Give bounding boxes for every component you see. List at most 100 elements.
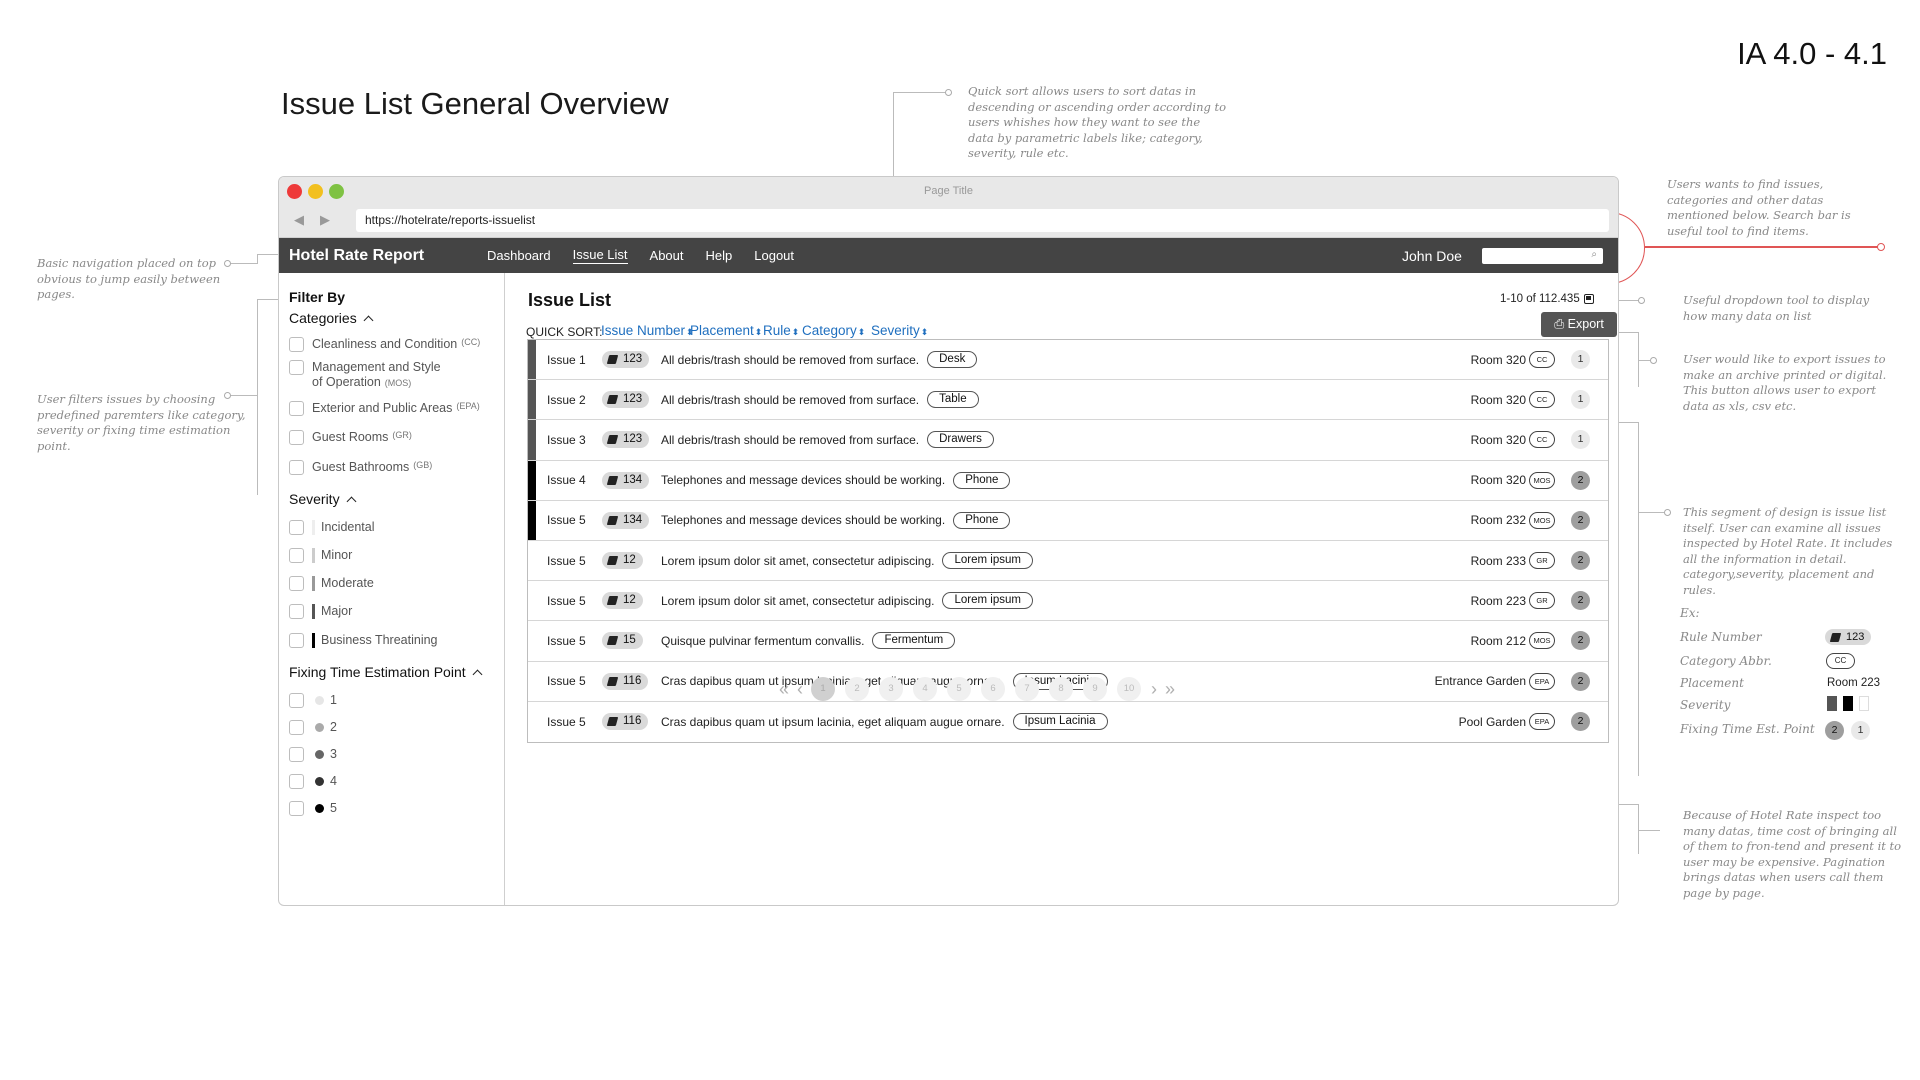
filter-fixing-time-4[interactable]: 4 xyxy=(289,774,337,794)
severity-header[interactable]: Severity xyxy=(289,491,357,507)
issue-label[interactable]: Issue 3 xyxy=(547,433,586,447)
checkbox[interactable] xyxy=(289,430,304,445)
checkbox[interactable] xyxy=(289,774,304,789)
rule-badge[interactable]: 123 xyxy=(602,431,650,449)
filter-fixing-time-3[interactable]: 3 xyxy=(289,747,337,767)
table-row[interactable]: Issue 4 134 Telephones and message devices… xyxy=(528,460,1608,501)
sort-issue-number[interactable]: Issue Number⬍ xyxy=(601,323,694,338)
placement-pill[interactable]: Phone xyxy=(953,471,1011,489)
issue-label[interactable]: Issue 5 xyxy=(547,674,586,688)
brand-logo[interactable]: Hotel Rate Report xyxy=(289,247,424,265)
filter-category-cc[interactable]: Cleanliness and Condition (CC) xyxy=(289,337,480,357)
next-page-icon[interactable]: › xyxy=(1151,679,1157,700)
rule-badge[interactable]: 123 xyxy=(602,351,650,369)
placement-pill[interactable]: Lorem ipsum xyxy=(942,592,1033,610)
rule-badge[interactable]: 15 xyxy=(602,632,643,650)
placement-pill[interactable]: Phone xyxy=(953,511,1011,529)
table-row[interactable]: Issue 5 134 Telephones and message devices… xyxy=(528,500,1608,541)
placement-pill[interactable]: Fermentum xyxy=(872,632,956,650)
page-button[interactable]: 7 xyxy=(1015,677,1040,701)
rule-badge[interactable]: 12 xyxy=(602,552,643,570)
page-button[interactable]: 3 xyxy=(879,677,904,701)
checkbox[interactable] xyxy=(289,360,304,375)
checkbox[interactable] xyxy=(289,633,304,648)
placement-pill[interactable]: Lorem ipsum xyxy=(942,552,1033,570)
checkbox[interactable] xyxy=(289,576,304,591)
table-row[interactable]: Issue 5 12 Lorem ipsum dolor sit amet, con… xyxy=(528,540,1608,582)
page-button[interactable]: 4 xyxy=(913,677,938,701)
placement-pill[interactable]: Ipsum Lacinia xyxy=(1012,713,1108,731)
nav-item-dashboard[interactable]: Dashboard xyxy=(487,248,551,264)
fixing-time-header[interactable]: Fixing Time Estimation Point xyxy=(289,664,483,680)
table-row[interactable]: Issue 5 12 Lorem ipsum dolor sit amet, con… xyxy=(528,581,1608,622)
prev-page-icon[interactable]: ‹ xyxy=(797,679,803,700)
count-dropdown[interactable]: 1-10 of 112.435 xyxy=(1500,293,1594,305)
rule-badge[interactable]: 134 xyxy=(602,511,650,529)
checkbox[interactable] xyxy=(289,693,304,708)
checkbox[interactable] xyxy=(289,548,304,563)
filter-category-mos[interactable]: Management and Style of Operation (MOS) xyxy=(289,360,441,390)
nav-item-about[interactable]: About xyxy=(650,248,684,264)
table-row[interactable]: Issue 3 123 All debris/trash should be rem… xyxy=(528,420,1608,461)
issue-label[interactable]: Issue 5 xyxy=(547,513,586,527)
rule-badge[interactable]: 12 xyxy=(602,592,643,610)
nav-item-issue-list[interactable]: Issue List xyxy=(572,247,628,264)
placement-pill[interactable]: Drawers xyxy=(927,431,994,449)
table-row[interactable]: Issue 1 123 All debris/trash should be rem… xyxy=(528,340,1608,381)
page-button[interactable]: 1 xyxy=(811,677,836,701)
checkbox[interactable] xyxy=(289,337,304,352)
filter-severity-moderate[interactable]: Moderate xyxy=(289,576,374,596)
table-row[interactable]: Issue 2 123 All debris/trash should be rem… xyxy=(528,380,1608,421)
rule-badge[interactable]: 116 xyxy=(602,672,649,690)
filter-severity-minor[interactable]: Minor xyxy=(289,548,352,568)
checkbox[interactable] xyxy=(289,401,304,416)
issue-label[interactable]: Issue 5 xyxy=(547,554,586,568)
categories-header[interactable]: Categories xyxy=(289,310,374,326)
issue-label[interactable]: Issue 1 xyxy=(547,353,586,367)
rule-badge[interactable]: 116 xyxy=(602,713,649,731)
last-page-icon[interactable]: » xyxy=(1165,679,1175,700)
url-bar[interactable]: https://hotelrate/reports-issuelist xyxy=(356,209,1609,232)
rule-badge[interactable]: 134 xyxy=(602,471,650,489)
page-button[interactable]: 10 xyxy=(1117,677,1142,701)
issue-label[interactable]: Issue 5 xyxy=(547,715,586,729)
filter-fixing-time-2[interactable]: 2 xyxy=(289,720,337,740)
dropdown-icon[interactable] xyxy=(1583,294,1594,304)
filter-fixing-time-5[interactable]: 5 xyxy=(289,801,337,821)
search-icon[interactable]: ⌕ xyxy=(1591,249,1597,260)
issue-label[interactable]: Issue 5 xyxy=(547,634,586,648)
nav-item-logout[interactable]: Logout xyxy=(754,248,794,264)
checkbox[interactable] xyxy=(289,604,304,619)
export-button[interactable]: ⎙ Export xyxy=(1541,312,1617,337)
forward-arrow-icon[interactable]: ▶ xyxy=(320,212,330,228)
issue-label[interactable]: Issue 5 xyxy=(547,594,586,608)
nav-item-help[interactable]: Help xyxy=(706,248,733,264)
page-button[interactable]: 6 xyxy=(981,677,1006,701)
chevron-up-icon[interactable] xyxy=(363,315,374,326)
placement-pill[interactable]: Desk xyxy=(927,351,978,369)
chevron-up-icon[interactable] xyxy=(472,669,483,680)
filter-severity-incidental[interactable]: Incidental xyxy=(289,520,375,540)
user-name[interactable]: John Doe xyxy=(1402,248,1462,264)
checkbox[interactable] xyxy=(289,801,304,816)
page-button[interactable]: 9 xyxy=(1083,677,1108,701)
first-page-icon[interactable]: « xyxy=(779,679,789,700)
rule-badge[interactable]: 123 xyxy=(602,391,650,409)
checkbox[interactable] xyxy=(289,747,304,762)
checkbox[interactable] xyxy=(289,720,304,735)
placement-pill[interactable]: Table xyxy=(927,391,979,409)
page-button[interactable]: 5 xyxy=(947,677,972,701)
sort-category[interactable]: Category⬍ xyxy=(802,323,865,338)
filter-severity-business-threatining[interactable]: Business Threatining xyxy=(289,633,438,653)
page-button[interactable]: 8 xyxy=(1049,677,1074,701)
table-row[interactable]: Issue 5 15 Quisque pulvinar fermentum conv… xyxy=(528,621,1608,662)
checkbox[interactable] xyxy=(289,460,304,475)
filter-fixing-time-1[interactable]: 1 xyxy=(289,693,337,713)
issue-label[interactable]: Issue 4 xyxy=(547,473,586,487)
search-input[interactable]: ⌕ xyxy=(1482,248,1603,264)
sort-rule[interactable]: Rule⬍ xyxy=(763,323,799,338)
filter-category-epa[interactable]: Exterior and Public Areas (EPA) xyxy=(289,401,480,421)
issue-label[interactable]: Issue 2 xyxy=(547,393,586,407)
table-row[interactable]: Issue 5 116 Cras dapibus quam ut ipsum lac… xyxy=(528,701,1608,742)
filter-category-gr[interactable]: Guest Rooms (GR) xyxy=(289,430,412,450)
